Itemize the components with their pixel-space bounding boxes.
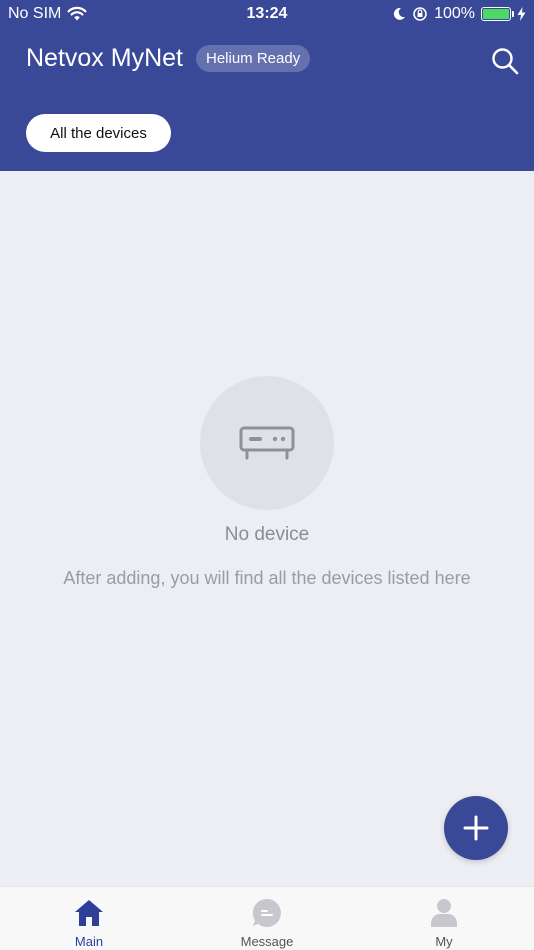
home-icon [75,900,103,926]
bottom-tab-bar: Main Message My [0,886,534,950]
status-bar: No SIM 13:24 100% [0,0,534,28]
orientation-lock-icon [413,7,427,21]
empty-description: After adding, you will find all the devi… [63,568,471,588]
tab-main[interactable]: Main [24,887,154,950]
moon-icon [393,7,406,20]
search-icon [492,48,519,75]
tab-message-label: Message [240,934,294,949]
status-right: 100% [392,5,526,23]
tab-message[interactable]: Message [202,887,332,950]
helium-badge: Helium Ready [195,45,311,72]
tab-my-label: My [435,934,453,949]
all-devices-filter[interactable]: All the devices [26,114,171,152]
app-title: Netvox MyNet [26,44,183,72]
search-button[interactable] [490,46,520,76]
empty-state: No device After adding, you will find al… [0,376,534,589]
plus-icon [463,815,489,841]
app-header: No SIM 13:24 100% Netvox MyNet Helium Re… [0,0,534,171]
title-row: Netvox MyNet Helium Ready [26,44,311,73]
charging-icon [517,7,526,21]
battery-icon [481,7,514,21]
device-icon [239,426,295,460]
message-icon [252,898,281,927]
tab-my[interactable]: My [379,887,509,950]
add-device-button[interactable] [444,796,508,860]
battery-percent: 100% [434,5,475,22]
empty-illustration [200,376,334,510]
person-icon [431,899,457,927]
empty-title: No device [224,524,310,545]
tab-main-label: Main [74,934,104,949]
